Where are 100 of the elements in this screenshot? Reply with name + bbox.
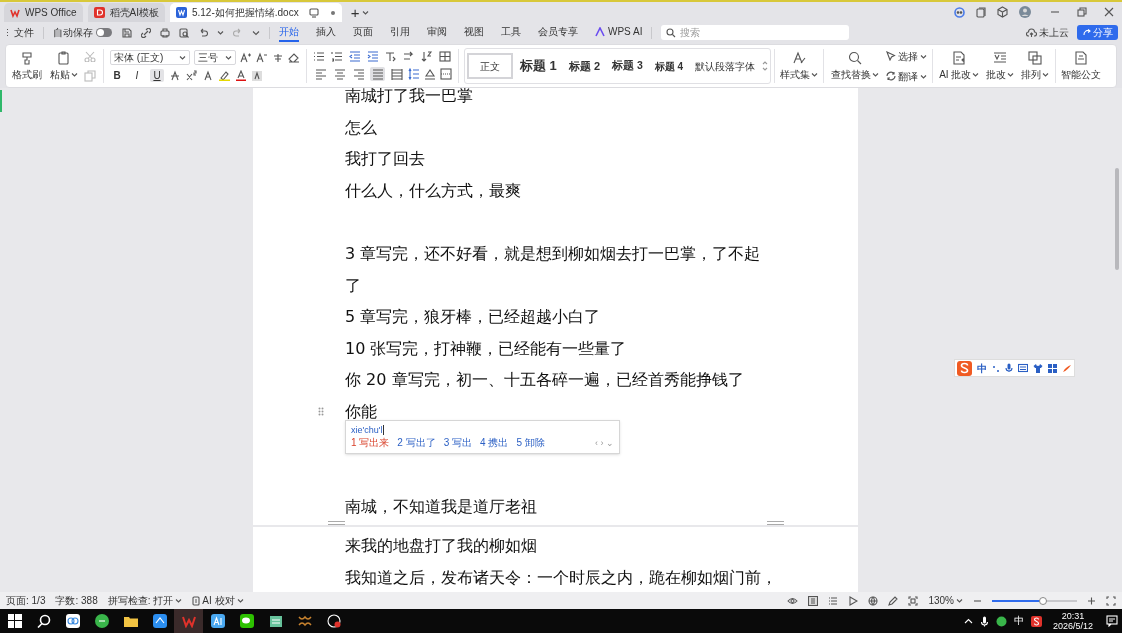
- ime-candidate[interactable]: 5 卸除: [516, 437, 545, 449]
- wps-icon[interactable]: [181, 614, 196, 628]
- word-count[interactable]: 字数: 388: [55, 593, 98, 608]
- paste-button[interactable]: 粘贴: [48, 50, 80, 82]
- document-tab[interactable]: 稻壳AI模板: [87, 3, 165, 22]
- bullet-list-icon[interactable]: [313, 51, 325, 62]
- eraser-icon[interactable]: [288, 52, 300, 63]
- style-option[interactable]: 标题 1: [515, 53, 562, 79]
- notification-icon[interactable]: [1106, 615, 1118, 627]
- font-name-dropdown[interactable]: 宋体 (正文): [110, 50, 190, 65]
- border-icon[interactable]: [440, 68, 452, 80]
- new-tab-button[interactable]: +: [350, 3, 360, 22]
- line-spacing-icon[interactable]: [408, 68, 420, 80]
- style-option[interactable]: 标题 3: [607, 53, 648, 79]
- zoom-in-icon[interactable]: [1087, 596, 1096, 605]
- assistant-icon[interactable]: [954, 6, 965, 18]
- pen-icon[interactable]: [888, 595, 899, 606]
- ribbon-tab[interactable]: 工具: [501, 23, 521, 42]
- style-option[interactable]: 标题 4: [649, 53, 689, 79]
- style-set-button[interactable]: 样式集: [778, 45, 821, 87]
- format-painter-button[interactable]: 格式刷: [10, 50, 44, 82]
- line-break-icon[interactable]: [403, 51, 415, 62]
- font-color-icon[interactable]: [236, 70, 246, 81]
- style-option[interactable]: 默认段落字体: [690, 53, 761, 79]
- text-direction-icon[interactable]: [385, 51, 397, 62]
- ime-candidate[interactable]: 3 写出: [443, 437, 473, 449]
- clock-date[interactable]: 2026/5/12: [1052, 621, 1093, 631]
- undo-icon[interactable]: [198, 27, 208, 38]
- highlighter-icon[interactable]: [219, 70, 230, 81]
- page-view-icon[interactable]: [808, 595, 819, 606]
- monitor-icon[interactable]: [308, 7, 319, 18]
- avatar-icon[interactable]: [1019, 6, 1031, 18]
- zoom-dropdown[interactable]: 130%: [928, 593, 963, 608]
- find-replace-button[interactable]: 查找替换: [829, 50, 882, 82]
- chat-icon[interactable]: [239, 614, 254, 628]
- caret-icon[interactable]: [362, 10, 370, 15]
- numbered-list-icon[interactable]: [331, 51, 343, 62]
- sort-icon[interactable]: [421, 51, 433, 62]
- grow-font-icon[interactable]: [240, 52, 252, 63]
- text-format-button[interactable]: B: [110, 69, 124, 82]
- cube-icon[interactable]: [997, 6, 1008, 18]
- char-shading-icon[interactable]: [252, 70, 262, 81]
- start-icon[interactable]: [7, 614, 22, 628]
- zoom-slider[interactable]: [992, 599, 1077, 602]
- phonetic-icon[interactable]: [272, 52, 284, 63]
- document-tab[interactable]: WPS Office: [4, 3, 83, 22]
- outdent-icon[interactable]: [349, 51, 361, 62]
- ribbon-tab[interactable]: 审阅: [427, 23, 447, 42]
- app-icon[interactable]: [94, 614, 109, 628]
- indent-icon[interactable]: [367, 51, 379, 62]
- search-icon[interactable]: [36, 614, 51, 628]
- ime-candidate[interactable]: 2 写出了: [397, 437, 436, 449]
- caret-icon[interactable]: [252, 29, 260, 36]
- superscript-icon[interactable]: [186, 70, 197, 81]
- app-icon[interactable]: [995, 615, 1007, 627]
- print-icon[interactable]: [160, 27, 170, 38]
- restore-icon[interactable]: [1077, 7, 1087, 17]
- input-mode-toggle[interactable]: 中: [977, 360, 987, 376]
- microphone-icon[interactable]: [979, 615, 989, 627]
- text-format-button[interactable]: U: [150, 69, 164, 82]
- caret-icon[interactable]: [217, 30, 224, 35]
- shrink-font-icon[interactable]: [256, 52, 268, 63]
- ribbon-tab[interactable]: 视图: [464, 23, 484, 42]
- text-format-button[interactable]: I: [130, 69, 144, 82]
- punctuation-icon[interactable]: [992, 363, 1000, 373]
- ribbon-tab[interactable]: WPS AI: [595, 23, 643, 42]
- link-icon[interactable]: [141, 27, 151, 38]
- shading-icon[interactable]: [424, 68, 436, 80]
- ribbon-tab[interactable]: 会员专享: [538, 23, 578, 42]
- style-option[interactable]: 标题 2: [563, 53, 606, 79]
- globe-icon[interactable]: [868, 595, 879, 606]
- file-menu[interactable]: 文件: [14, 25, 34, 40]
- folder-icon[interactable]: [123, 614, 138, 628]
- ai-app-icon[interactable]: [210, 614, 225, 628]
- input-mode-indicator[interactable]: 中: [1013, 615, 1024, 627]
- save-icon[interactable]: [122, 27, 132, 38]
- eye-icon[interactable]: [787, 595, 799, 606]
- font-size-dropdown[interactable]: 三号: [194, 50, 236, 65]
- text-effect-icon[interactable]: [203, 70, 213, 81]
- feather-icon[interactable]: [1062, 363, 1072, 373]
- scroll-arrows-icon[interactable]: [762, 61, 769, 71]
- close-icon[interactable]: [1104, 7, 1114, 17]
- autosave-toggle[interactable]: [96, 28, 112, 37]
- ai-check-button[interactable]: AI 校对: [192, 593, 244, 608]
- strikethrough-icon[interactable]: [170, 70, 180, 81]
- ime-candidate[interactable]: 4 携出: [480, 437, 509, 449]
- ai-review-button[interactable]: AI 批改: [937, 50, 982, 82]
- keyboard-icon[interactable]: [1018, 363, 1028, 373]
- style-option[interactable]: 正文: [467, 53, 513, 79]
- document-tab[interactable]: 5.12-如何把握情绪.docx: [169, 3, 342, 22]
- select-button[interactable]: 选择: [886, 48, 928, 64]
- app-icon[interactable]: [268, 614, 283, 628]
- ribbon-tab[interactable]: 页面: [353, 23, 373, 42]
- align-button[interactable]: [389, 67, 404, 81]
- app-icon[interactable]: [65, 614, 80, 628]
- app-icon[interactable]: [326, 614, 341, 628]
- ribbon-tab[interactable]: 插入: [316, 23, 336, 42]
- translate-button[interactable]: 翻译: [886, 68, 928, 84]
- ime-logo-icon[interactable]: [1030, 615, 1042, 627]
- print-preview-icon[interactable]: [179, 27, 189, 38]
